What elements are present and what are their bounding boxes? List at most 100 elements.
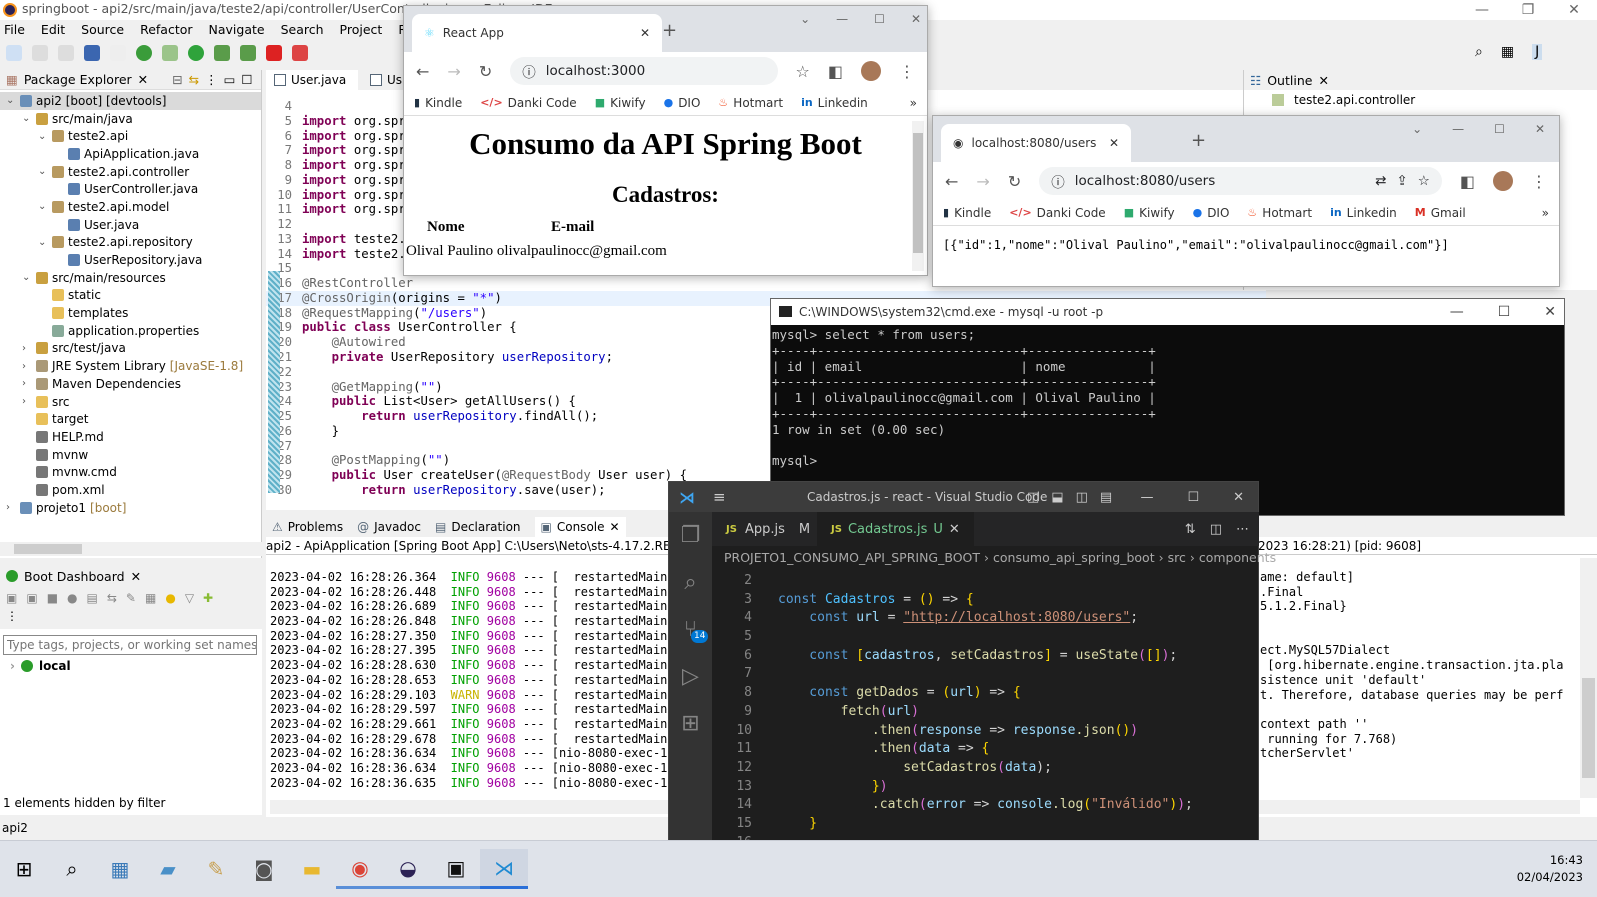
chevron-down-icon[interactable]: ⌄ bbox=[38, 131, 48, 142]
breadcrumb-item[interactable]: consumo_api_spring_boot bbox=[993, 550, 1155, 565]
tree-item[interactable]: ApiApplication.java bbox=[0, 145, 261, 163]
chevron-right-icon[interactable]: › bbox=[22, 396, 32, 407]
chevron-right-icon[interactable]: › bbox=[10, 659, 15, 673]
tree-item[interactable]: ⌄ teste2.api.repository bbox=[0, 234, 261, 252]
tab-search-icon[interactable]: ⌄ bbox=[800, 12, 810, 26]
browser-tab[interactable]: ⚛ React App ✕ bbox=[412, 14, 662, 52]
maximize-button[interactable]: ☐ bbox=[1498, 299, 1511, 325]
debug-icon[interactable] bbox=[162, 45, 178, 61]
launch-icon[interactable] bbox=[292, 45, 308, 61]
tree-item[interactable]: ⌄ api2 [boot] [devtools] bbox=[0, 92, 261, 110]
bookmark-dio[interactable]: ● DIO bbox=[664, 96, 701, 110]
new-tab-icon[interactable]: + bbox=[662, 20, 677, 41]
tree-item[interactable]: › src/test/java bbox=[0, 340, 261, 358]
editor-tab[interactable]: User.java bbox=[266, 70, 358, 90]
minimize-button[interactable]: — bbox=[1459, 2, 1505, 18]
tree-item[interactable]: User.java bbox=[0, 216, 261, 234]
close-tab-icon[interactable]: ✕ bbox=[1109, 136, 1119, 150]
refresh-icon[interactable]: ● bbox=[67, 591, 77, 605]
chevron-right-icon[interactable]: › bbox=[6, 502, 16, 513]
more-actions-icon[interactable]: ⋯ bbox=[1236, 522, 1249, 537]
menu-refactor[interactable]: Refactor bbox=[140, 22, 192, 37]
tree-item[interactable]: static bbox=[0, 287, 261, 305]
extensions-icon[interactable]: ⊞ bbox=[669, 700, 712, 747]
new-icon[interactable] bbox=[6, 45, 22, 61]
forward-icon[interactable]: → bbox=[447, 62, 460, 81]
package-explorer-tab[interactable]: ▦ Package Explorer ✕ ⊟ ⇆ ⋮ ▭ ☐ bbox=[0, 70, 261, 90]
menu-navigate[interactable]: Navigate bbox=[209, 22, 265, 37]
start-icon[interactable]: ⊞ bbox=[0, 849, 48, 889]
address-bar[interactable]: ⓘ localhost:8080/users ⇄ ⇪ ☆ bbox=[1039, 167, 1442, 195]
side-panel-icon[interactable]: ◧ bbox=[1460, 172, 1475, 191]
terminal-icon[interactable]: ▣ bbox=[432, 849, 480, 889]
maximize-button[interactable]: ❐ bbox=[1505, 2, 1551, 18]
split-editor-icon[interactable]: ◫ bbox=[1210, 522, 1222, 537]
tree-item[interactable]: › JRE System Library [JavaSE-1.8] bbox=[0, 357, 261, 375]
chevron-down-icon[interactable]: ⌄ bbox=[22, 272, 32, 283]
debug-icon[interactable]: ▣ bbox=[26, 591, 37, 605]
menu-source[interactable]: Source bbox=[81, 22, 124, 37]
reload-icon[interactable]: ↻ bbox=[1008, 172, 1021, 191]
filter-input[interactable] bbox=[3, 635, 257, 655]
bookmark-dio[interactable]: ● DIO bbox=[1193, 206, 1230, 220]
close-icon[interactable]: ✕ bbox=[610, 520, 620, 534]
bookmark-hotmart[interactable]: ♨ Hotmart bbox=[718, 96, 783, 110]
minimize-button[interactable]: — bbox=[1140, 490, 1153, 505]
tree-item[interactable]: ⌄ src/main/java bbox=[0, 110, 261, 128]
tree-item[interactable]: application.properties bbox=[0, 322, 261, 340]
tree-item[interactable]: ⌄ teste2.api.controller bbox=[0, 163, 261, 181]
chevron-down-icon[interactable]: ⌄ bbox=[22, 113, 32, 124]
stop-icon[interactable]: ■ bbox=[47, 591, 58, 605]
clock[interactable]: 16:43 02/04/2023 bbox=[1517, 852, 1597, 886]
close-button[interactable]: ✕ bbox=[1535, 122, 1545, 136]
bookmark-hotmart[interactable]: ♨ Hotmart bbox=[1247, 206, 1312, 220]
edit-icon[interactable]: ✎ bbox=[126, 591, 136, 605]
tree-item[interactable]: UserRepository.java bbox=[0, 251, 261, 269]
bookmark-danki-code[interactable]: </> Danki Code bbox=[1009, 206, 1105, 220]
tree-item[interactable]: › Maven Dependencies bbox=[0, 375, 261, 393]
file-explorer-icon[interactable]: ▬ bbox=[288, 849, 336, 889]
java-perspective-icon[interactable]: J bbox=[1532, 44, 1543, 60]
minimize-button[interactable]: — bbox=[836, 12, 848, 26]
start-icon[interactable]: ▣ bbox=[6, 591, 17, 605]
tab-cadastros-js[interactable]: JS Cadastros.js U ✕ bbox=[817, 512, 974, 546]
bookmark-kiwify[interactable]: ■ Kiwify bbox=[1124, 206, 1175, 220]
coverage-icon[interactable] bbox=[214, 45, 230, 61]
bookmark-danki-code[interactable]: </> Danki Code bbox=[480, 96, 576, 110]
tree-item[interactable]: ⌄ src/main/resources bbox=[0, 269, 261, 287]
open-perspective-icon[interactable]: ▦ bbox=[1501, 44, 1514, 60]
table-icon[interactable]: ▦ bbox=[145, 591, 156, 605]
skip-breakpoints-icon[interactable] bbox=[110, 45, 126, 61]
side-panel-icon[interactable]: ◧ bbox=[828, 62, 843, 81]
minimize-view-icon[interactable]: ▭ bbox=[224, 72, 236, 87]
search-icon[interactable]: ⌕ bbox=[1475, 44, 1483, 60]
close-icon[interactable]: ✕ bbox=[131, 569, 141, 584]
tab-app-js[interactable]: JS App.js M bbox=[712, 512, 817, 546]
lightbulb-icon[interactable]: ● bbox=[165, 591, 175, 605]
horizontal-scrollbar[interactable] bbox=[0, 542, 262, 556]
collapse-all-icon[interactable]: ⊟ bbox=[172, 72, 182, 87]
forward-icon[interactable]: → bbox=[976, 172, 989, 191]
more-bookmarks-icon[interactable]: » bbox=[910, 96, 917, 110]
external-tools-icon[interactable] bbox=[240, 45, 256, 61]
translate-icon[interactable]: ⇄ bbox=[1375, 173, 1386, 189]
menu-icon[interactable]: ⋮ bbox=[899, 62, 915, 81]
chevron-down-icon[interactable]: ⌄ bbox=[38, 237, 48, 248]
search-icon[interactable]: ⌕ bbox=[669, 559, 712, 606]
camera-icon[interactable]: ◙ bbox=[240, 849, 288, 889]
chevron-right-icon[interactable]: › bbox=[22, 343, 32, 354]
save-all-icon[interactable] bbox=[58, 45, 74, 61]
browser-tab[interactable]: ◉ localhost:8080/users ✕ bbox=[941, 124, 1131, 162]
more-bookmarks-icon[interactable]: » bbox=[1542, 206, 1549, 220]
source-control-icon[interactable]: ⑂ 14 bbox=[669, 606, 712, 653]
tree-item[interactable]: ⌄ teste2.api bbox=[0, 127, 261, 145]
outline-item[interactable]: teste2.api.controller bbox=[1294, 93, 1415, 107]
bookmark-linkedin[interactable]: in Linkedin bbox=[801, 96, 868, 110]
link-editor-icon[interactable]: ⇆ bbox=[189, 72, 199, 87]
compare-changes-icon[interactable]: ⇅ bbox=[1185, 522, 1196, 537]
reload-icon[interactable]: ↻ bbox=[479, 62, 492, 81]
close-tab-icon[interactable]: ✕ bbox=[640, 26, 650, 40]
tree-item[interactable]: HELP.md bbox=[0, 428, 261, 446]
address-bar[interactable]: ⓘ localhost:3000 bbox=[510, 57, 778, 85]
console-icon[interactable]: ▤ bbox=[87, 591, 98, 605]
